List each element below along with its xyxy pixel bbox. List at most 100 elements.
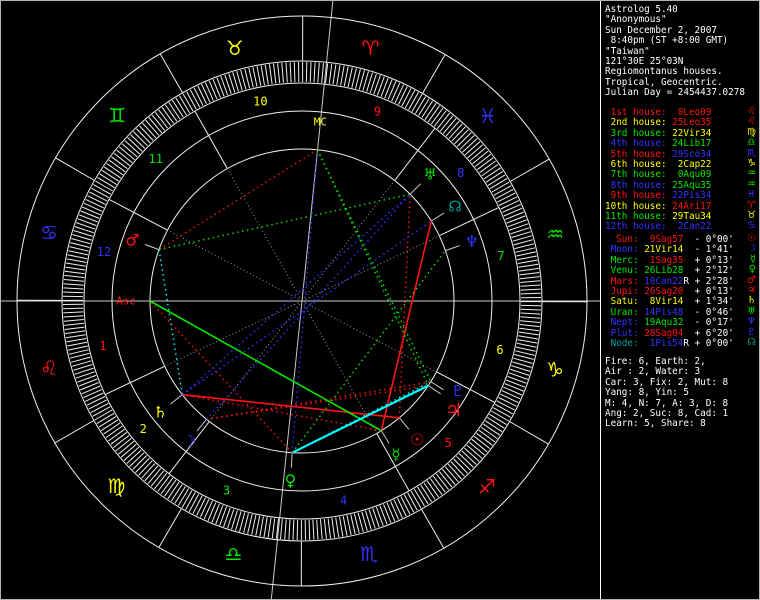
degree-tick <box>408 493 418 511</box>
zodiac-glyph-cancer: ♋ <box>40 221 58 245</box>
degree-tick <box>340 517 343 537</box>
header-text: 121°30E 25°03N <box>605 56 683 67</box>
degree-tick <box>205 82 213 100</box>
degree-tick <box>89 192 107 201</box>
degree-tick <box>313 520 314 540</box>
summary-text: Ang: 2, Suc: 8, Cad: 1 <box>605 408 728 419</box>
degree-tick <box>414 489 424 506</box>
degree-tick <box>314 62 315 82</box>
planet-list: Sun: 9Sag57 - 0°00'☉ Moon: 21Vir14 - 1°4… <box>605 235 760 349</box>
degree-tick <box>505 212 524 220</box>
degree-tick <box>395 85 404 103</box>
header-text: Sun December 2, 2007 <box>605 25 717 36</box>
degree-tick <box>384 504 392 523</box>
degree-tick <box>344 67 348 87</box>
degree-tick <box>65 327 85 329</box>
planet-velocity: - 0°46' <box>689 307 734 318</box>
planet-velocity: + 0°13' <box>689 255 734 266</box>
zodiac-sign-icon: ♋ <box>747 221 756 231</box>
sign-boundary-line <box>510 159 549 181</box>
house-cusp-line <box>105 366 165 394</box>
planet-pointer-moon <box>197 419 206 431</box>
degree-tick <box>79 379 98 386</box>
house-cusp-value: 2Can22 <box>667 221 712 232</box>
degree-tick <box>204 501 212 519</box>
planet-pointer-mars <box>145 245 159 250</box>
degree-tick <box>178 488 188 505</box>
degree-tick <box>434 111 446 127</box>
summary-line: Learn: 5, Share: 8 <box>605 419 760 429</box>
degree-tick <box>111 432 127 444</box>
summary-text: M: 4, N: 7, A: 3, D: 8 <box>605 398 728 409</box>
degree-tick <box>516 252 536 256</box>
degree-tick <box>64 323 84 325</box>
degree-tick <box>482 164 498 176</box>
degree-tick <box>431 108 443 124</box>
degree-tick <box>402 88 411 106</box>
degree-tick <box>477 158 493 170</box>
sign-boundary-line <box>510 422 549 445</box>
degree-tick <box>91 188 109 198</box>
house-cusp-value: 24Ari17 <box>667 201 712 212</box>
aspect-line-mc-pluto <box>318 150 431 382</box>
zodiac-glyph-aquarius: ♒ <box>546 222 564 246</box>
degree-tick <box>260 517 264 537</box>
house-cusp-value: 22Pis34 <box>667 190 712 201</box>
degree-tick <box>484 168 501 179</box>
degree-tick <box>318 63 320 83</box>
degree-tick <box>91 403 109 412</box>
house-number-8: 8 <box>457 166 464 180</box>
degree-tick <box>182 490 192 507</box>
degree-tick <box>388 81 396 99</box>
degree-tick <box>520 277 540 279</box>
degree-tick <box>97 413 114 423</box>
summary-text: Yang: 8, Yin: 5 <box>605 387 689 398</box>
degree-tick <box>197 498 206 516</box>
degree-tick <box>68 255 88 259</box>
aspect-line-venus-neptune <box>292 251 445 453</box>
degree-tick <box>485 421 502 432</box>
degree-tick <box>194 88 203 106</box>
planet-velocity: + 2°28' <box>689 276 734 287</box>
house-label: 6th house: <box>605 159 667 170</box>
degree-tick <box>278 63 280 83</box>
degree-tick <box>499 398 517 407</box>
degree-tick <box>433 476 445 492</box>
degree-tick <box>112 157 128 169</box>
sign-boundary-line <box>159 509 182 548</box>
aspect-line-sun-uranus <box>399 194 410 418</box>
degree-tick <box>286 63 287 83</box>
degree-tick <box>162 107 174 123</box>
degree-tick <box>517 343 537 347</box>
header-text: Tropical, Geocentric. <box>605 77 723 88</box>
degree-tick <box>261 66 264 86</box>
degree-tick <box>489 414 506 424</box>
house-number-6: 6 <box>496 343 503 357</box>
house-number-4: 4 <box>340 494 347 508</box>
degree-tick <box>69 350 89 355</box>
degree-tick <box>495 404 513 414</box>
zodiac-sign-icon: ♎ <box>747 138 756 148</box>
degree-tick <box>521 309 541 310</box>
degree-tick <box>67 339 87 342</box>
aspect-line-asc-mercury <box>150 301 381 431</box>
house-number-2: 2 <box>140 422 147 436</box>
planet-glyph-jupiter: ♃ <box>445 399 462 421</box>
degree-tick <box>104 167 121 178</box>
degree-tick <box>428 106 440 122</box>
degree-tick <box>189 494 199 512</box>
planet-velocity: + 2°12' <box>689 265 734 276</box>
degree-tick <box>436 474 448 490</box>
degree-tick <box>412 94 422 111</box>
degree-tick <box>100 174 117 185</box>
sign-boundary-line <box>422 509 444 548</box>
header-text: Julian Day = 2454437.0278 <box>605 87 745 98</box>
planet-label: Plut: <box>605 328 639 339</box>
degree-tick <box>190 90 199 108</box>
planet-glyph-pluto: ♇ <box>451 382 464 400</box>
degree-tick <box>82 207 100 215</box>
house-number-7: 7 <box>497 249 504 263</box>
degree-tick <box>521 293 541 294</box>
degree-tick <box>93 185 110 195</box>
aspect-line-mc-jupiter <box>318 150 429 386</box>
